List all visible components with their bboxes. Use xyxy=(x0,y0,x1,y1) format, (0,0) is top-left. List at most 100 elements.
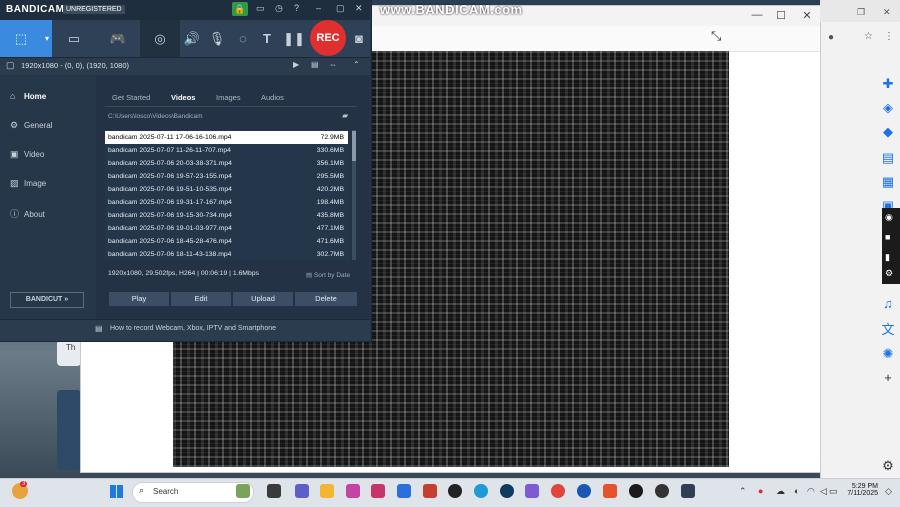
fullscreen-icon[interactable]: ⤡ xyxy=(711,28,721,44)
windows-start-icon[interactable] xyxy=(110,485,123,498)
extensions-icon[interactable]: ☆ xyxy=(864,31,873,42)
settings-icon[interactable]: ⚙ xyxy=(880,458,896,474)
copilot-icon[interactable]: ✺ xyxy=(880,346,896,362)
file-explorer-icon[interactable] xyxy=(320,484,334,498)
menu-icon[interactable]: ⋮ xyxy=(884,31,894,42)
screen-mode-button[interactable]: ⬚ xyxy=(0,20,42,57)
restore-icon[interactable]: ▢ xyxy=(336,3,345,14)
window-icon[interactable]: ▤ xyxy=(311,60,319,69)
folder-icon[interactable]: ▰ xyxy=(342,111,348,120)
video-icon[interactable]: ▶ xyxy=(293,60,299,69)
minimize-icon[interactable]: – xyxy=(316,3,321,13)
dell-icon[interactable] xyxy=(448,484,462,498)
app-icon[interactable] xyxy=(423,484,437,498)
tray-app-icon[interactable]: ◐ xyxy=(794,486,799,496)
notification-icon[interactable]: ◇ xyxy=(885,486,892,497)
tip-link[interactable]: How to record Webcam, Xbox, IPTV and Sma… xyxy=(110,325,276,332)
desktop-thumbnail[interactable] xyxy=(57,390,81,470)
notification-icon[interactable]: ♫ xyxy=(880,296,896,312)
edge-icon[interactable] xyxy=(474,484,488,498)
screenshot-icon[interactable]: ◙ xyxy=(348,20,370,57)
sidebar-item-home[interactable]: ⌂ Home xyxy=(10,91,46,101)
help-icon[interactable]: ? xyxy=(294,3,299,13)
close-icon[interactable]: ✕ xyxy=(797,9,817,22)
cube-icon[interactable]: ◆ xyxy=(880,124,896,140)
mouse-icon[interactable]: ◌ xyxy=(232,20,254,57)
sort-button[interactable]: ▤ Sort by Date xyxy=(306,271,350,279)
folder-icon[interactable]: ▭ xyxy=(256,3,265,14)
table-row[interactable]: bandicam 2025-07-06 19-31-17-167.mp4 198.… xyxy=(105,196,348,209)
app-icon[interactable] xyxy=(577,484,591,498)
add-icon[interactable]: + xyxy=(880,370,896,386)
app-icon[interactable] xyxy=(525,484,539,498)
sidebar-item-video[interactable]: ▣ Video xyxy=(10,149,44,160)
bandicam-taskbar-icon[interactable] xyxy=(629,484,643,498)
copilot-icon[interactable] xyxy=(346,484,360,498)
lock-icon[interactable]: 🔒 xyxy=(232,2,248,16)
table-row[interactable]: bandicam 2025-07-06 18-11-43-138.mp4 302.… xyxy=(105,248,348,261)
webcam-icon[interactable]: ◎ xyxy=(140,20,180,57)
scrollbar-thumb[interactable] xyxy=(352,131,356,161)
play-button[interactable]: Play xyxy=(109,292,169,306)
chevron-up-icon[interactable]: ⌃ xyxy=(739,486,747,497)
record-button[interactable]: REC xyxy=(310,20,346,56)
tab-audios[interactable]: Audios xyxy=(261,93,284,102)
table-row[interactable]: bandicam 2025-07-06 20-03-38-371.mp4 356.… xyxy=(105,157,348,170)
table-row[interactable]: bandicam 2025-07-06 19-51-10-535.mp4 420.… xyxy=(105,183,348,196)
clock[interactable]: 5:29 PM 7/11/2025 xyxy=(838,483,878,497)
cloud-icon[interactable]: ☁ xyxy=(776,486,785,497)
table-row[interactable]: bandicam 2025-07-11 17-06-16-106.mp4 72.9… xyxy=(105,131,348,144)
tab-videos[interactable]: Videos xyxy=(171,93,195,102)
battery-icon[interactable]: ▭ xyxy=(829,486,838,497)
hdmi-mode-button[interactable]: ▭ xyxy=(52,20,96,57)
maximize-icon[interactable]: ☐ xyxy=(771,9,791,22)
brave-icon[interactable] xyxy=(603,484,617,498)
task-view-icon[interactable] xyxy=(267,484,281,498)
close-icon[interactable]: ✕ xyxy=(883,7,891,18)
media-player-icon[interactable] xyxy=(655,484,669,498)
wifi-icon[interactable]: ◠ xyxy=(807,486,815,497)
bookmark-icon[interactable]: ✚ xyxy=(880,76,896,92)
desktop-thumbnail[interactable]: Th xyxy=(57,340,81,366)
record-icon[interactable]: ■ xyxy=(885,232,890,242)
photos-icon[interactable] xyxy=(371,484,385,498)
restore-icon[interactable]: ❐ xyxy=(857,7,865,18)
table-row[interactable]: bandicam 2025-07-06 19-57-23-155.mp4 295.… xyxy=(105,170,348,183)
calculator-icon[interactable] xyxy=(681,484,695,498)
table-row[interactable]: bandicam 2025-07-06 19-01-03-977.mp4 477.… xyxy=(105,222,348,235)
text-icon[interactable]: T xyxy=(256,20,278,57)
resize-icon[interactable]: ⇔ xyxy=(329,60,337,69)
chrome-icon[interactable] xyxy=(551,484,565,498)
delete-button[interactable]: Delete xyxy=(295,292,357,306)
table-row[interactable]: bandicam 2025-07-06 18-45-28-476.mp4 471.… xyxy=(105,235,348,248)
table-row[interactable]: bandicam 2025-07-06 19-15-30-734.mp4 435.… xyxy=(105,209,348,222)
minimize-icon[interactable]: — xyxy=(747,9,767,21)
pause-icon[interactable]: ❚❚ xyxy=(282,20,306,57)
speaker-icon[interactable]: 🔊 xyxy=(180,20,204,57)
store-icon[interactable] xyxy=(397,484,411,498)
bandicut-button[interactable]: BANDICUT » xyxy=(10,292,84,308)
edit-button[interactable]: Edit xyxy=(171,292,231,306)
profile-icon[interactable]: ● xyxy=(828,32,834,43)
reader-icon[interactable]: ▤ xyxy=(880,150,896,166)
upload-button[interactable]: Upload xyxy=(233,292,293,306)
sidebar-item-about[interactable]: ⓘ About xyxy=(10,207,45,220)
shopping-icon[interactable]: ◈ xyxy=(880,100,896,116)
tab-get-started[interactable]: Get Started xyxy=(112,93,150,102)
game-mode-button[interactable]: 🎮 xyxy=(96,20,140,57)
sidebar-item-general[interactable]: ⚙ General xyxy=(10,120,52,131)
chevron-up-icon[interactable]: ⌃ xyxy=(353,60,360,69)
close-icon[interactable]: ✕ xyxy=(355,3,363,14)
gear-icon[interactable]: ⚙ xyxy=(885,268,893,279)
speaker-icon[interactable]: ◁ xyxy=(820,486,827,497)
table-row[interactable]: bandicam 2025-07-07 11-26-11-707.mp4 330.… xyxy=(105,144,348,157)
app-icon[interactable] xyxy=(500,484,514,498)
clock-icon[interactable]: ◷ xyxy=(275,3,283,14)
translate-icon[interactable]: ▦ xyxy=(880,174,896,190)
tray-app-icon[interactable]: ● xyxy=(758,486,763,496)
sidebar-item-image[interactable]: ▨ Image xyxy=(10,178,46,189)
teams-icon[interactable] xyxy=(295,484,309,498)
tab-images[interactable]: Images xyxy=(216,93,241,102)
pause-icon[interactable]: ▮ xyxy=(885,252,890,263)
chevron-down-icon[interactable]: ▾ xyxy=(42,20,52,57)
